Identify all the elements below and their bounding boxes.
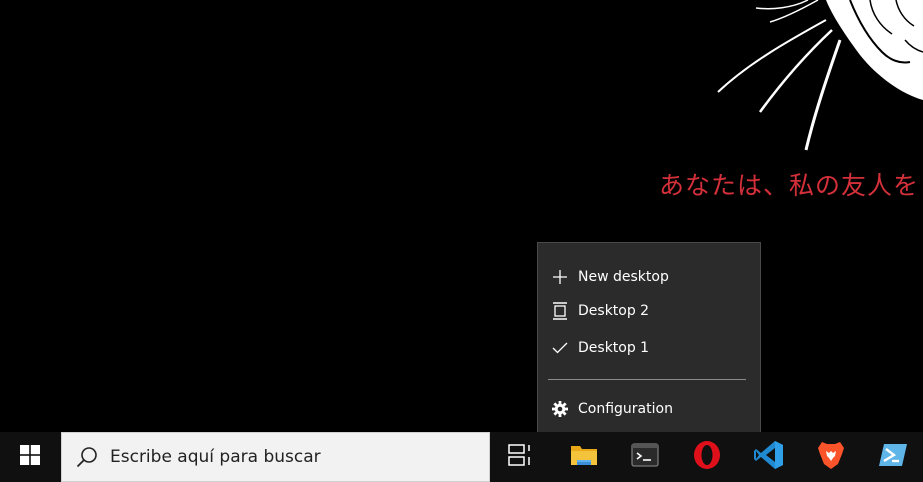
- menu-item-label: Desktop 1: [578, 340, 650, 356]
- taskbar-app-file-explorer[interactable]: [560, 432, 608, 482]
- plus-icon: [551, 268, 569, 286]
- menu-item-label: Desktop 2: [578, 303, 650, 319]
- menu-item-desktop-1[interactable]: Desktop 1: [538, 331, 760, 365]
- checkmark-icon: [551, 339, 569, 357]
- menu-item-desktop-2[interactable]: Desktop 2: [538, 294, 760, 328]
- windows-logo-icon: [20, 445, 40, 469]
- taskbar-app-vscode[interactable]: [745, 432, 793, 482]
- task-view-icon: [508, 444, 532, 470]
- desktop-icon: [551, 302, 569, 320]
- task-view-button[interactable]: [496, 432, 544, 482]
- search-icon: [76, 446, 98, 468]
- menu-item-new-desktop[interactable]: New desktop: [538, 260, 760, 294]
- menu-separator: [548, 379, 746, 380]
- terminal-icon: [631, 443, 659, 471]
- start-button[interactable]: [0, 432, 60, 482]
- virtual-desktop-menu: New desktop Desktop 2 Desktop 1 Configur…: [537, 242, 761, 438]
- taskbar-app-powershell[interactable]: [869, 432, 917, 482]
- brave-icon: [818, 440, 844, 474]
- wallpaper-japanese-text: あなたは、私の友人を: [659, 171, 920, 200]
- menu-item-label: New desktop: [578, 269, 669, 285]
- folder-icon: [570, 443, 598, 471]
- desktop-wallpaper: あなたは、私の友人を: [0, 0, 923, 432]
- menu-item-label: Configuration: [578, 401, 673, 417]
- taskbar-app-brave[interactable]: [807, 432, 855, 482]
- gear-icon: [551, 400, 569, 418]
- menu-item-configuration[interactable]: Configuration: [538, 392, 760, 426]
- taskbar: Escribe aquí para buscar: [0, 432, 923, 482]
- taskbar-app-terminal[interactable]: [621, 432, 669, 482]
- opera-icon: [692, 440, 722, 474]
- taskbar-search-box[interactable]: Escribe aquí para buscar: [61, 432, 490, 482]
- vscode-icon: [754, 440, 784, 474]
- wallpaper-art: [717, 0, 923, 151]
- powershell-icon: [878, 443, 908, 471]
- taskbar-app-opera[interactable]: [683, 432, 731, 482]
- search-placeholder: Escribe aquí para buscar: [110, 447, 321, 467]
